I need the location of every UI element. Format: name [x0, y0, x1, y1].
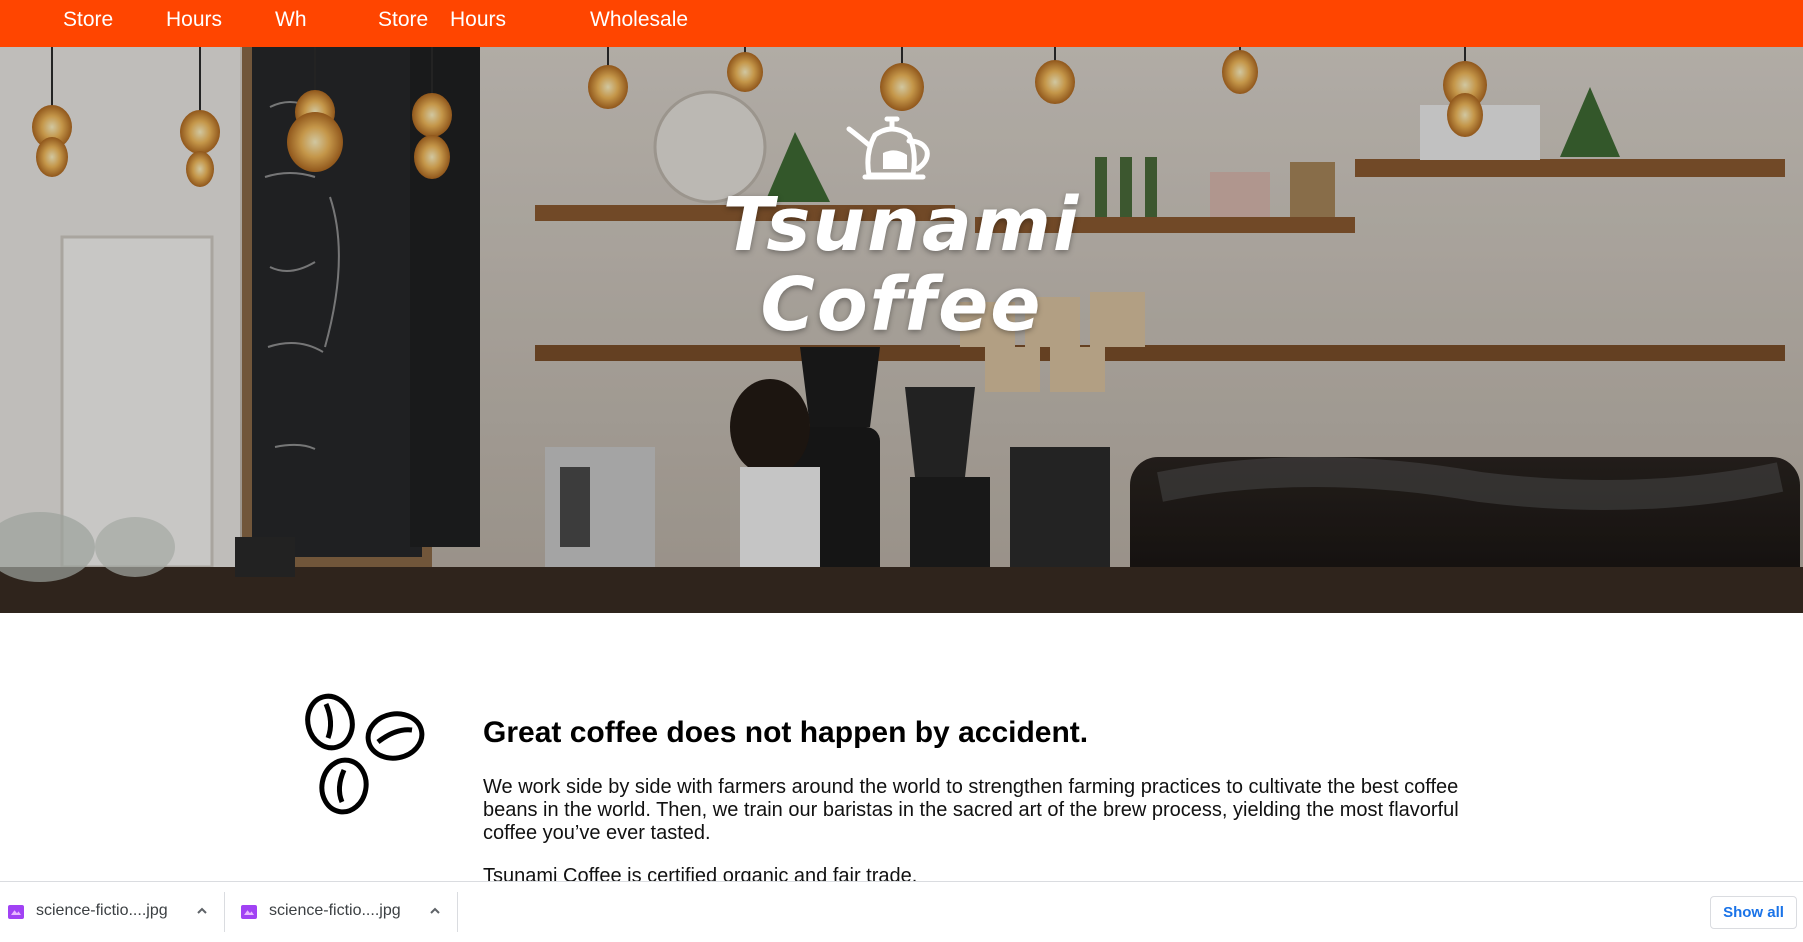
nav-link-wholesale-truncated[interactable]: Wh [275, 0, 311, 40]
nav-link-store[interactable]: Store [63, 0, 113, 40]
nav-link-hours-2[interactable]: Hours [450, 0, 506, 40]
image-file-icon [8, 905, 24, 919]
download-filename: science-fictio....jpg [36, 902, 168, 919]
download-item[interactable]: science-fictio....jpg [233, 882, 455, 942]
top-nav: Store Hours Wh Store Hours Wholesale [0, 0, 1803, 47]
hero-banner: Tsunami Coffee [0, 47, 1803, 613]
download-item[interactable]: science-fictio....jpg [0, 882, 222, 942]
image-file-icon [241, 905, 257, 919]
page: Store Hours Wh Store Hours Wholesale Tsu… [0, 0, 1803, 942]
download-filename: science-fictio....jpg [269, 902, 401, 919]
chevron-up-icon[interactable] [195, 904, 209, 918]
download-shelf: science-fictio....jpg science-fictio....… [0, 881, 1803, 942]
coffee-beans-icon [305, 693, 425, 815]
show-all-button[interactable]: Show all [1710, 896, 1797, 929]
nav-link-store-2[interactable]: Store [378, 0, 428, 40]
nav-link-wholesale[interactable]: Wholesale [590, 0, 688, 40]
chevron-up-icon[interactable] [428, 904, 442, 918]
kettle-icon [846, 116, 930, 180]
hero-title-line1: Tsunami [722, 182, 1081, 268]
hero-title-line2: Coffee [760, 262, 1043, 348]
divider [224, 892, 225, 932]
nav-link-hours[interactable]: Hours [166, 0, 222, 40]
section-headline: Great coffee does not happen by accident… [483, 716, 1089, 749]
divider [457, 892, 458, 932]
section-paragraph: We work side by side with farmers around… [483, 776, 1459, 844]
